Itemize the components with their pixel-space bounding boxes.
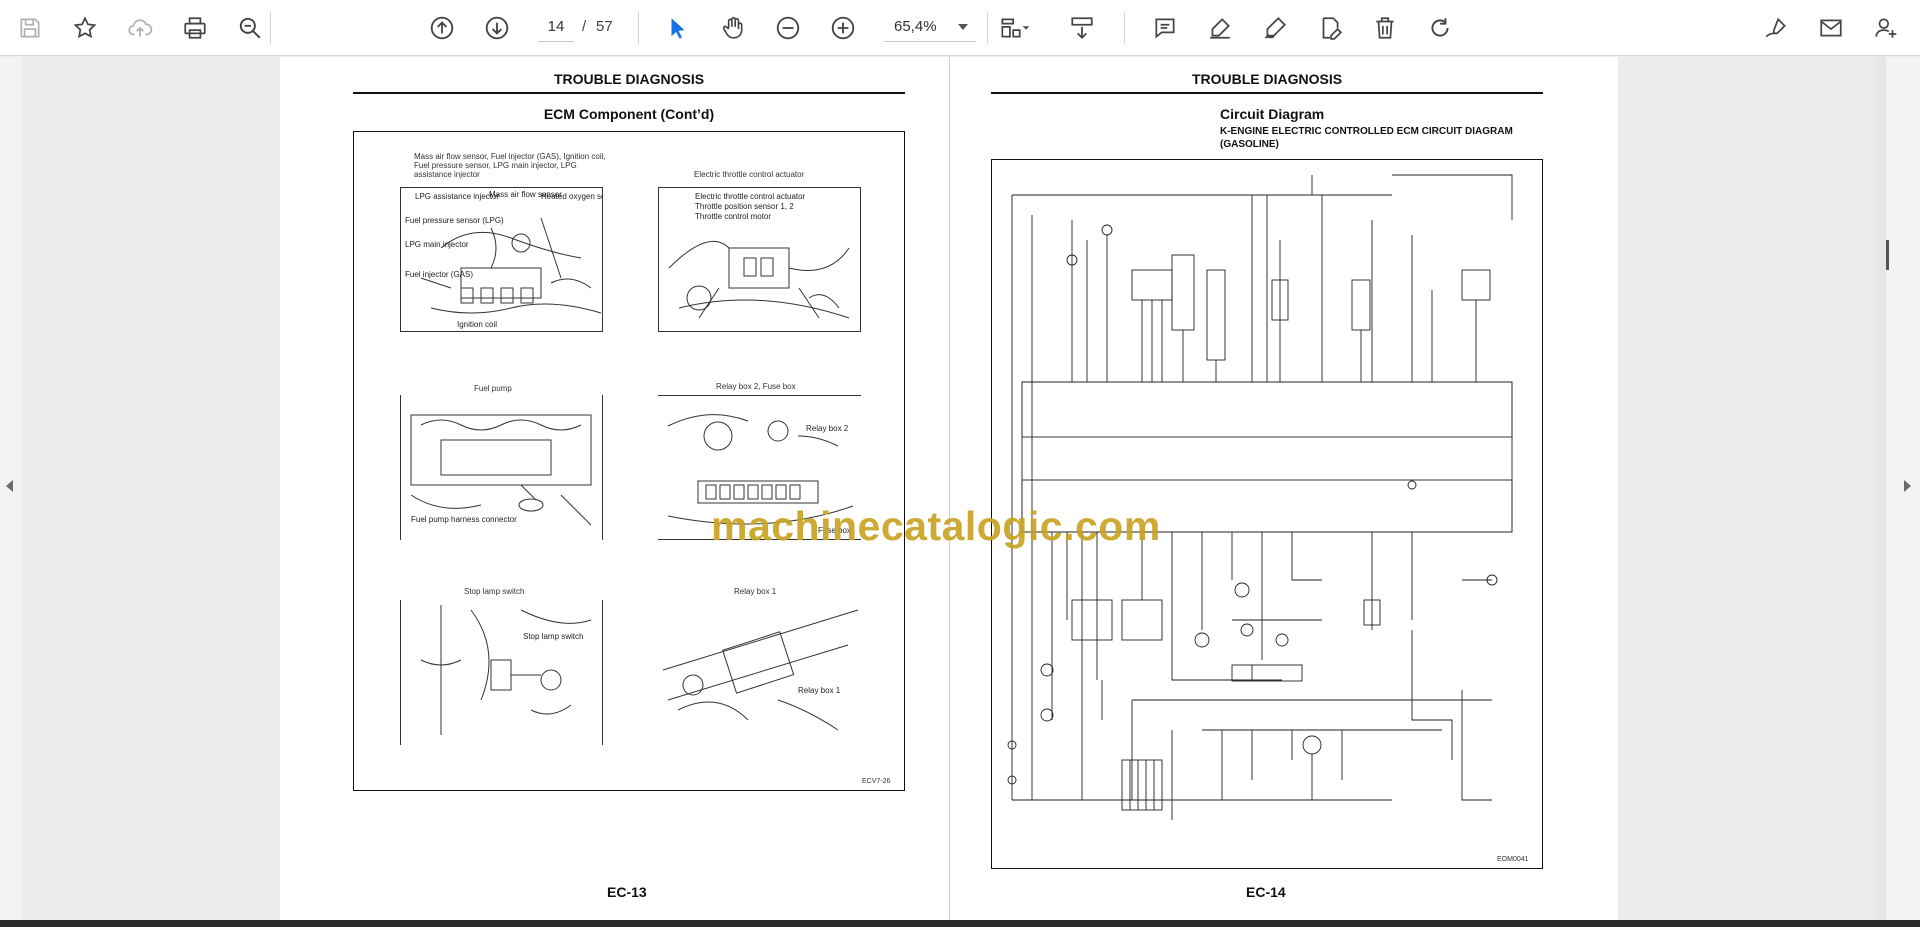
rotate-icon[interactable] — [1424, 12, 1456, 44]
header-rule — [991, 92, 1543, 94]
add-user-icon[interactable] — [1870, 12, 1902, 44]
scroll-mode-icon[interactable] — [1066, 12, 1098, 44]
engine-photo: LPG assistance injector Mass air flow se… — [400, 187, 603, 332]
toolbar: / 57 65,4% — [0, 0, 1920, 56]
edit-pdf-icon[interactable] — [1314, 12, 1346, 44]
save-icon[interactable] — [14, 12, 46, 44]
chevron-down-icon — [958, 24, 968, 30]
label-fuel-pump-harness: Fuel pump harness connector — [411, 515, 517, 524]
engine-caption: Mass air flow sensor, Fuel injector (GAS… — [414, 152, 606, 179]
page-header: TROUBLE DIAGNOSIS — [553, 71, 705, 87]
toolbar-separator — [987, 12, 988, 44]
label-relay-box-1: Relay box 1 — [798, 686, 841, 695]
watermark: machinecatalogic.com — [711, 503, 1161, 549]
page-number-input[interactable] — [538, 12, 574, 42]
document-viewer[interactable]: TROUBLE DIAGNOSIS ECM Component (Cont’d)… — [0, 57, 1920, 920]
label-fuel-injector: Fuel injector (GAS) — [405, 270, 474, 279]
toolbar-separator — [638, 12, 639, 44]
mail-icon[interactable] — [1815, 12, 1847, 44]
component-figure: Mass air flow sensor, Fuel injector (GAS… — [353, 131, 905, 791]
scrollbar-thumb[interactable] — [1886, 240, 1889, 270]
page-down-icon[interactable] — [481, 12, 513, 44]
fuel-pump-caption: Fuel pump — [474, 384, 512, 393]
label-throttle-sensor: Throttle position sensor 1, 2 — [695, 202, 794, 211]
page-fit-chevron-icon[interactable] — [1017, 12, 1035, 44]
throttle-caption: Electric throttle control actuator — [694, 170, 805, 179]
label-stop-lamp-switch: Stop lamp switch — [523, 632, 584, 641]
label-fuel-pressure: Fuel pressure sensor (LPG) — [405, 216, 504, 225]
comment-icon[interactable] — [1149, 12, 1181, 44]
stop-lamp-photo: Stop lamp switch — [400, 600, 603, 745]
taskbar-strip — [0, 920, 1920, 927]
hand-icon[interactable] — [717, 12, 749, 44]
vertical-scrollbar[interactable] — [1876, 57, 1886, 920]
page-ec-14: TROUBLE DIAGNOSIS Circuit Diagram K-ENGI… — [949, 57, 1618, 920]
page-footer: EC-14 — [1246, 884, 1286, 900]
relay-box1-photo: Relay box 1 — [658, 600, 861, 745]
draw-icon[interactable] — [1259, 12, 1291, 44]
zoom-value: 65,4% — [894, 18, 937, 35]
page-ec-13: TROUBLE DIAGNOSIS ECM Component (Cont’d)… — [280, 57, 949, 920]
page-up-icon[interactable] — [426, 12, 458, 44]
figure-code: ECV7-26 — [862, 778, 891, 785]
label-lpg-main: LPG main injector — [405, 240, 469, 249]
delete-icon[interactable] — [1369, 12, 1401, 44]
page-footer: EC-13 — [607, 884, 647, 900]
page-subtitle: ECM Component (Cont’d) — [543, 106, 715, 122]
collapse-left-panel-icon[interactable] — [6, 480, 13, 492]
label-heated-oxygen: Heated oxygen sensor — [541, 192, 602, 201]
page-separator: / — [582, 18, 587, 35]
label-ignition-coil: Ignition coil — [457, 320, 498, 329]
diagram-code: EOM0041 — [1497, 856, 1529, 863]
select-cursor-icon[interactable] — [662, 12, 694, 44]
toolbar-separator — [1124, 12, 1125, 44]
header-rule — [353, 92, 905, 94]
relay-box1-caption: Relay box 1 — [734, 587, 777, 596]
expand-right-panel-icon[interactable] — [1904, 480, 1911, 492]
print-icon[interactable] — [179, 12, 211, 44]
throttle-photo: Electric throttle control actuator Throt… — [658, 187, 861, 332]
diagram-title: K-ENGINE ELECTRIC CONTROLLED ECM CIRCUIT… — [1220, 126, 1513, 150]
page-total: 57 — [596, 18, 613, 35]
label-relay-box-2: Relay box 2 — [806, 424, 849, 433]
highlight-icon[interactable] — [1204, 12, 1236, 44]
sign-icon[interactable] — [1760, 12, 1792, 44]
page-subtitle: Circuit Diagram — [1220, 106, 1325, 122]
zoom-in-icon[interactable] — [827, 12, 859, 44]
label-lpg-assistance: LPG assistance injector — [415, 192, 500, 201]
zoom-search-icon[interactable] — [234, 12, 266, 44]
zoom-dropdown[interactable]: 65,4% — [884, 12, 976, 42]
fuel-pump-photo: Fuel pump harness connector — [400, 395, 603, 540]
cloud-upload-icon[interactable] — [124, 12, 156, 44]
zoom-out-icon[interactable] — [772, 12, 804, 44]
star-icon[interactable] — [69, 12, 101, 44]
relay-box2-caption: Relay box 2, Fuse box — [716, 382, 796, 391]
toolbar-separator — [270, 12, 271, 44]
stop-lamp-caption: Stop lamp switch — [464, 587, 525, 596]
label-etc-actuator: Electric throttle control actuator — [695, 192, 806, 201]
label-throttle-motor: Throttle control motor — [695, 212, 772, 221]
page-header: TROUBLE DIAGNOSIS — [1191, 71, 1343, 87]
